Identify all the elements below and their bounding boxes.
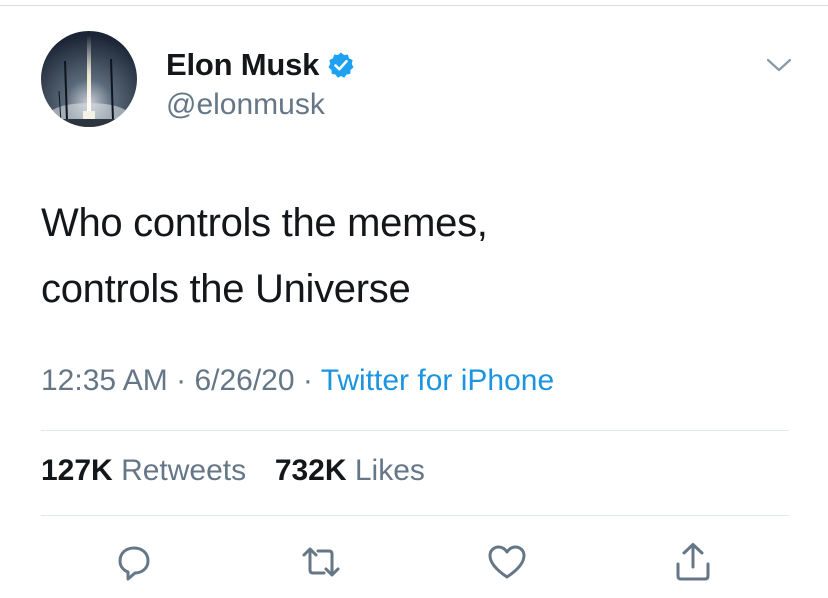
divider: [41, 430, 789, 431]
meta-separator: ·: [176, 364, 187, 397]
retweets-count: 127K: [41, 454, 113, 487]
author-handle[interactable]: @elonmusk: [166, 88, 325, 122]
reply-icon[interactable]: [112, 540, 156, 584]
retweets-label: Retweets: [121, 454, 247, 487]
tweet-text-line: Who controls the memes,: [41, 201, 488, 245]
likes-count: 732K: [274, 454, 347, 487]
like-icon[interactable]: [485, 540, 529, 584]
tweet-source-link[interactable]: Twitter for iPhone: [321, 364, 554, 397]
retweets-stat[interactable]: 127K Retweets: [41, 454, 254, 487]
tweet-meta: 12:35 AM · 6/26/20 · Twitter for iPhone: [41, 364, 554, 398]
divider: [41, 515, 789, 516]
author-name-row[interactable]: Elon Musk: [166, 47, 355, 83]
tweet-card: Elon Musk @elonmusk Who controls the mem…: [0, 0, 828, 598]
likes-stat[interactable]: 732K Likes: [275, 454, 425, 487]
meta-separator: ·: [302, 364, 313, 397]
tweet-date[interactable]: 6/26/20: [194, 364, 294, 397]
verified-badge-icon: [327, 51, 355, 79]
share-icon[interactable]: [671, 540, 715, 584]
avatar[interactable]: [41, 31, 137, 127]
chevron-down-icon[interactable]: [765, 55, 793, 75]
author-display-name[interactable]: Elon Musk: [166, 47, 319, 83]
tweet-time[interactable]: 12:35 AM: [41, 364, 168, 397]
tweet-stats: 127K Retweets 732K Likes: [41, 454, 425, 488]
tweet-text-line: controls the Universe: [41, 267, 411, 311]
retweet-icon[interactable]: [299, 540, 343, 584]
likes-label: Likes: [354, 454, 425, 487]
top-divider: [0, 5, 828, 6]
tweet-text: Who controls the memes, controls the Uni…: [41, 190, 781, 322]
